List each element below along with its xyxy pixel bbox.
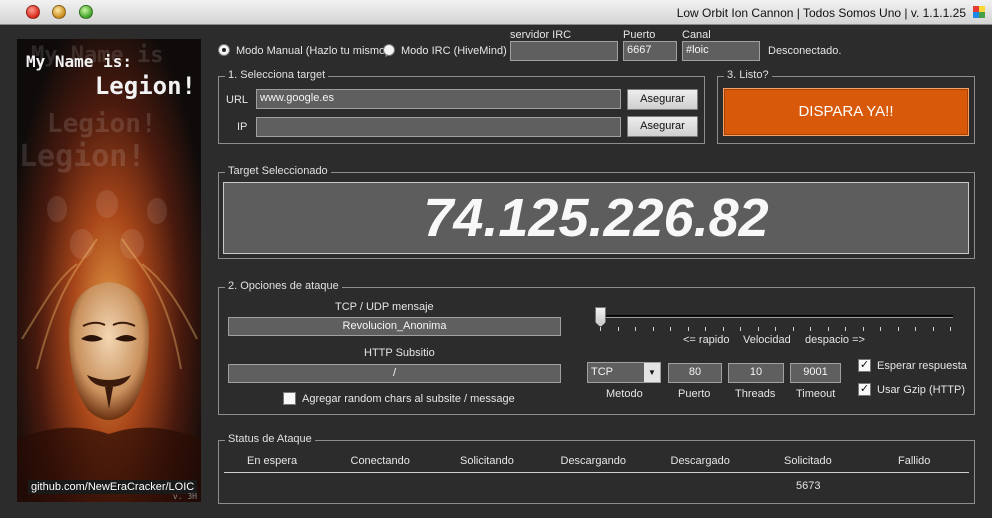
tcp-udp-message-input[interactable]: Revolucion_Anonima: [228, 317, 561, 336]
ip-label: IP: [237, 121, 248, 133]
manual-mode-radio[interactable]: [218, 44, 230, 56]
status-column-header: Descargado: [670, 455, 730, 467]
irc-server-input[interactable]: [510, 41, 618, 61]
manual-mode-label: Modo Manual (Hazlo tu mismo): [236, 45, 389, 57]
selected-target-ip: 74.125.226.82: [223, 182, 969, 254]
slider-tick: [758, 327, 759, 331]
lock-ip-button[interactable]: Asegurar: [627, 116, 698, 137]
slider-tick: [845, 327, 846, 331]
slider-tick: [723, 327, 724, 331]
status-column-header: Solicitado: [784, 455, 832, 467]
legion-poster-image: My Name is Legion! Legion! My Name is: L…: [17, 39, 201, 502]
speed-slow-label: despacio =>: [805, 334, 865, 346]
use-gzip-checkbox[interactable]: ✓: [858, 383, 871, 396]
status-column-header: Solicitando: [460, 455, 514, 467]
slider-tick: [880, 327, 881, 331]
minimize-window-button[interactable]: [52, 5, 66, 19]
speed-label: Velocidad: [743, 334, 791, 346]
slider-tick: [950, 327, 951, 331]
slider-tick: [793, 327, 794, 331]
status-divider: [224, 472, 969, 473]
poster-ghost-text: Legion!: [47, 109, 157, 139]
http-subsite-input[interactable]: /: [228, 364, 561, 383]
chevron-down-icon[interactable]: ▼: [644, 363, 660, 382]
threads-label: Threads: [735, 388, 776, 400]
method-select-value: TCP: [591, 366, 613, 378]
slider-tick: [898, 327, 899, 331]
timeout-input[interactable]: 9001: [790, 363, 841, 383]
http-subsite-label: HTTP Subsitio: [364, 347, 435, 359]
attack-options-title: 2. Opciones de ataque: [225, 280, 342, 292]
ip-input[interactable]: [256, 117, 621, 137]
timeout-label: Timeout: [796, 388, 836, 400]
main-window: My Name is Legion! Legion! My Name is: L…: [0, 26, 992, 518]
lock-url-button[interactable]: Asegurar: [627, 89, 698, 110]
close-window-button[interactable]: [26, 5, 40, 19]
random-chars-checkbox[interactable]: [283, 392, 296, 405]
slider-tick: [775, 327, 776, 331]
irc-status-text: Desconectado.: [768, 45, 842, 57]
poster-title: Legion!: [94, 72, 196, 100]
random-chars-label: Agregar random chars al subsite / messag…: [302, 393, 515, 405]
irc-channel-input[interactable]: #loic: [682, 41, 760, 61]
status-column-header: Fallido: [898, 455, 931, 467]
attack-port-label: Puerto: [678, 388, 711, 400]
irc-mode-label: Modo IRC (HiveMind): [401, 45, 507, 57]
slider-tick: [635, 327, 636, 331]
status-column-header: Descargando: [560, 455, 626, 467]
slider-tick: [618, 327, 619, 331]
selected-target-title: Target Seleccionado: [225, 165, 331, 177]
irc-mode-radio[interactable]: [383, 44, 395, 56]
use-gzip-label: Usar Gzip (HTTP): [877, 384, 965, 396]
slider-tick: [915, 327, 916, 331]
github-link[interactable]: github.com/NewEraCracker/LOIC: [28, 480, 198, 494]
irc-port-input[interactable]: 6667: [623, 41, 677, 61]
slider-tick: [688, 327, 689, 331]
slider-tick: [740, 327, 741, 331]
select-target-title: 1. Selecciona target: [225, 69, 329, 81]
speed-slider-track[interactable]: [597, 315, 953, 318]
poster-ghost-text: Legion!: [19, 139, 146, 174]
title-bar: Low Orbit Ion Cannon | Todos Somos Uno |…: [0, 0, 992, 25]
slider-tick: [670, 327, 671, 331]
zoom-window-button[interactable]: [79, 5, 93, 19]
slider-tick: [705, 327, 706, 331]
wait-reply-checkbox[interactable]: ✓: [858, 359, 871, 372]
status-column-header: Conectando: [350, 455, 410, 467]
slider-tick: [600, 327, 601, 331]
slider-tick: [828, 327, 829, 331]
attack-status-title: Status de Ataque: [225, 433, 315, 445]
method-select[interactable]: TCP ▼: [587, 362, 661, 383]
status-column-header: En espera: [247, 455, 298, 467]
app-icon: [973, 6, 985, 18]
status-column-value: 5673: [796, 480, 821, 492]
tcp-udp-message-label: TCP / UDP mensaje: [335, 301, 434, 313]
threads-input[interactable]: 10: [728, 363, 784, 383]
speed-fast-label: <= rapido: [683, 334, 730, 346]
poster-version: v. 3H: [172, 492, 197, 501]
irc-channel-label: Canal: [682, 29, 711, 41]
wait-reply-label: Esperar respuesta: [877, 360, 967, 372]
slider-tick: [653, 327, 654, 331]
slider-tick: [810, 327, 811, 331]
slider-tick: [933, 327, 934, 331]
url-label: URL: [226, 94, 249, 106]
poster-heading: My Name is:: [26, 52, 132, 71]
irc-server-label: servidor IRC: [510, 29, 572, 41]
attack-port-input[interactable]: 80: [668, 363, 722, 383]
irc-port-label: Puerto: [623, 29, 656, 41]
fire-button[interactable]: DISPARA YA!!: [723, 88, 969, 136]
url-input[interactable]: www.google.es: [256, 89, 621, 109]
ready-title: 3. Listo?: [724, 69, 772, 81]
window-title: Low Orbit Ion Cannon | Todos Somos Uno |…: [676, 6, 966, 20]
slider-tick: [863, 327, 864, 331]
method-label: Metodo: [606, 388, 643, 400]
